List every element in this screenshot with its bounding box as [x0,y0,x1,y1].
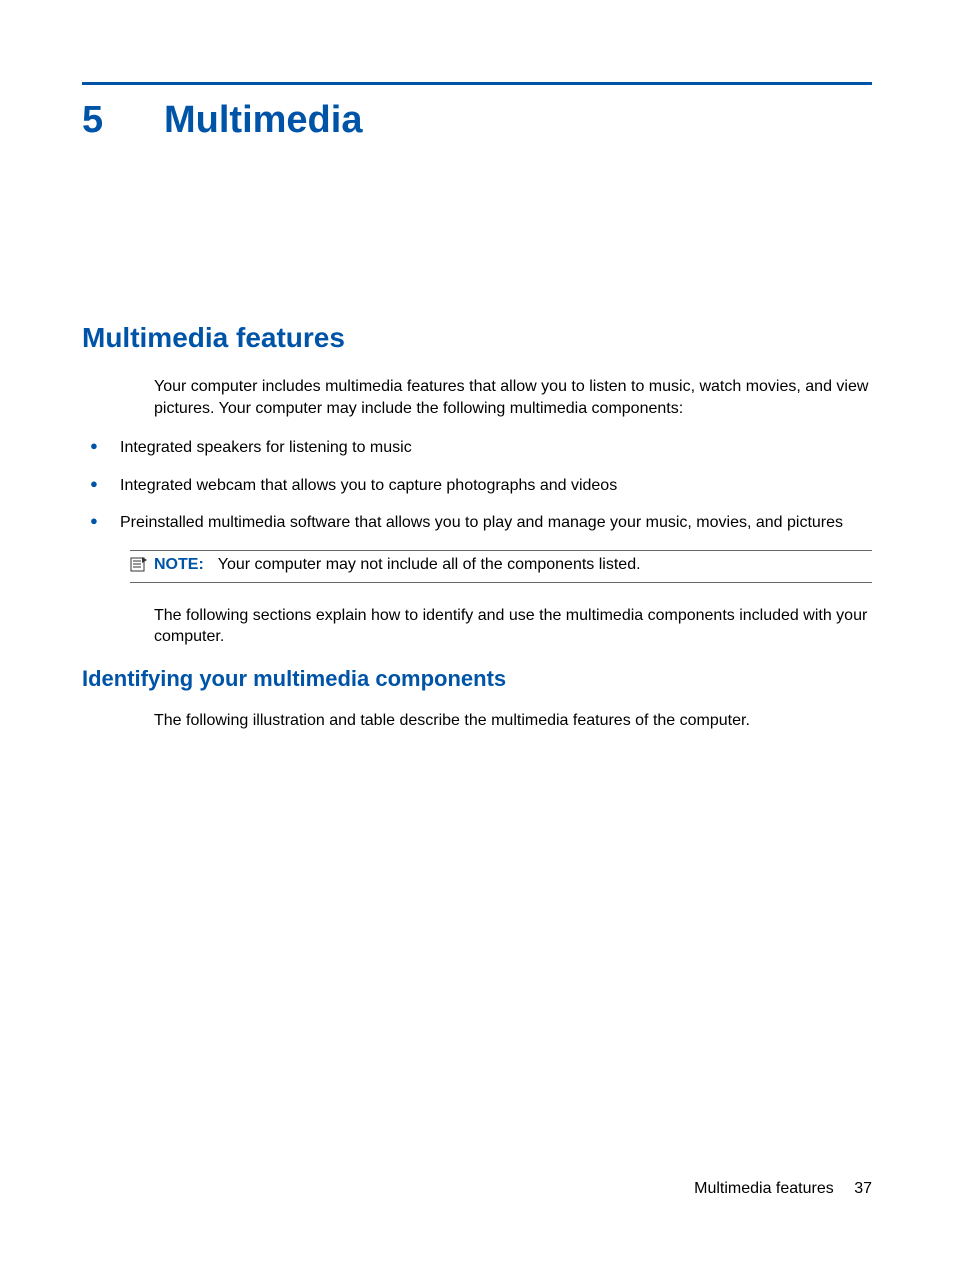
note-block: NOTE: Your computer may not include all … [130,550,872,583]
section-following: The following sections explain how to id… [154,605,872,648]
footer-section-name: Multimedia features [694,1180,834,1197]
note-label: NOTE: [154,556,204,574]
note-text: Your computer may not include all of the… [218,556,641,574]
section-intro: Your computer includes multimedia featur… [154,376,872,419]
list-item: Integrated speakers for listening to mus… [82,437,872,459]
chapter-number: 5 [82,99,164,142]
page-footer: Multimedia features 37 [694,1180,872,1198]
list-item: Integrated webcam that allows you to cap… [82,475,872,497]
chapter-heading: 5 Multimedia [82,99,872,142]
subsection-heading: Identifying your multimedia components [82,666,872,692]
chapter-title: Multimedia [164,99,362,142]
note-icon [130,556,152,577]
section-heading: Multimedia features [82,322,872,354]
document-page: 5 Multimedia Multimedia features Your co… [0,0,954,1270]
chapter-top-rule [82,82,872,85]
feature-bullet-list: Integrated speakers for listening to mus… [82,437,872,534]
subsection-text: The following illustration and table des… [154,710,872,732]
list-item: Preinstalled multimedia software that al… [82,512,872,534]
footer-page-number: 37 [854,1180,872,1197]
